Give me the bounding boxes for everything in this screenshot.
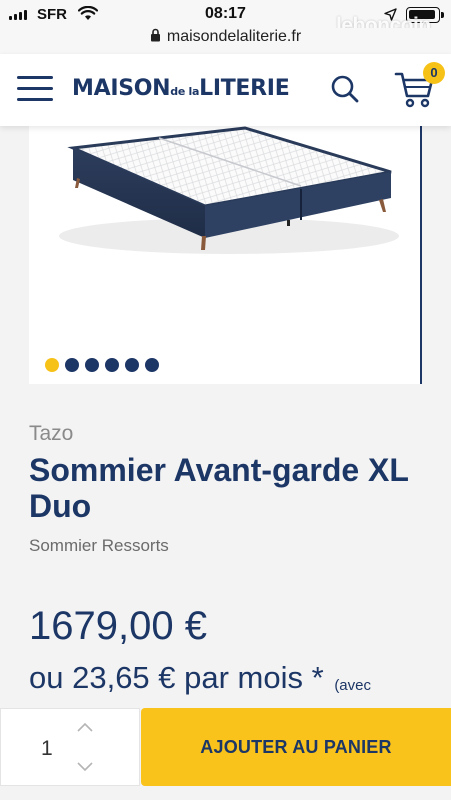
gallery-dot[interactable] — [125, 358, 139, 372]
logo-part-maison: MAISON — [72, 76, 171, 101]
add-to-cart-button[interactable]: AJOUTER AU PANIER — [141, 708, 451, 786]
gallery-dot[interactable] — [65, 358, 79, 372]
search-icon[interactable] — [330, 74, 360, 104]
monthly-payment: ou 23,65 € par mois * (avec — [29, 660, 371, 696]
quantity-value[interactable]: 1 — [41, 737, 53, 761]
logo-part-literie: LITERIE — [199, 76, 290, 101]
product-title: Sommier Avant-garde XL Duo — [29, 452, 409, 524]
chevron-down-icon[interactable] — [75, 761, 95, 773]
status-bar: SFR 08:17 leboncoin — [0, 0, 451, 37]
product-price: 1679,00 € — [29, 604, 207, 648]
gallery-dot-active[interactable] — [45, 358, 59, 372]
chevron-up-icon[interactable] — [75, 721, 95, 733]
url-text: maisondelaliterie.fr — [166, 28, 302, 45]
cart-count-badge: 0 — [423, 62, 445, 84]
bottom-safe-area — [0, 786, 451, 800]
product-subtitle: Sommier Ressorts — [29, 536, 169, 555]
monthly-payment-note: (avec — [334, 677, 371, 694]
gallery-pagination — [45, 358, 159, 372]
gallery-dot[interactable] — [105, 358, 119, 372]
site-logo[interactable]: MAISONde laLITERIE — [72, 76, 290, 101]
quantity-stepper[interactable]: 1 — [0, 708, 140, 786]
product-brand[interactable]: Tazo — [29, 422, 73, 446]
gallery-dot[interactable] — [85, 358, 99, 372]
product-image — [59, 126, 399, 254]
menu-icon[interactable] — [17, 76, 53, 102]
monthly-payment-text: ou 23,65 € par mois * — [29, 660, 324, 695]
site-header: MAISONde laLITERIE — [0, 54, 451, 126]
product-gallery[interactable] — [29, 126, 422, 384]
logo-part-dela: de la — [170, 85, 200, 98]
add-to-cart-bar: 1 AJOUTER AU PANIER — [0, 708, 451, 786]
lock-icon — [150, 28, 160, 42]
gallery-dot[interactable] — [145, 358, 159, 372]
url-bar[interactable]: maisondelaliterie.fr — [0, 28, 451, 54]
